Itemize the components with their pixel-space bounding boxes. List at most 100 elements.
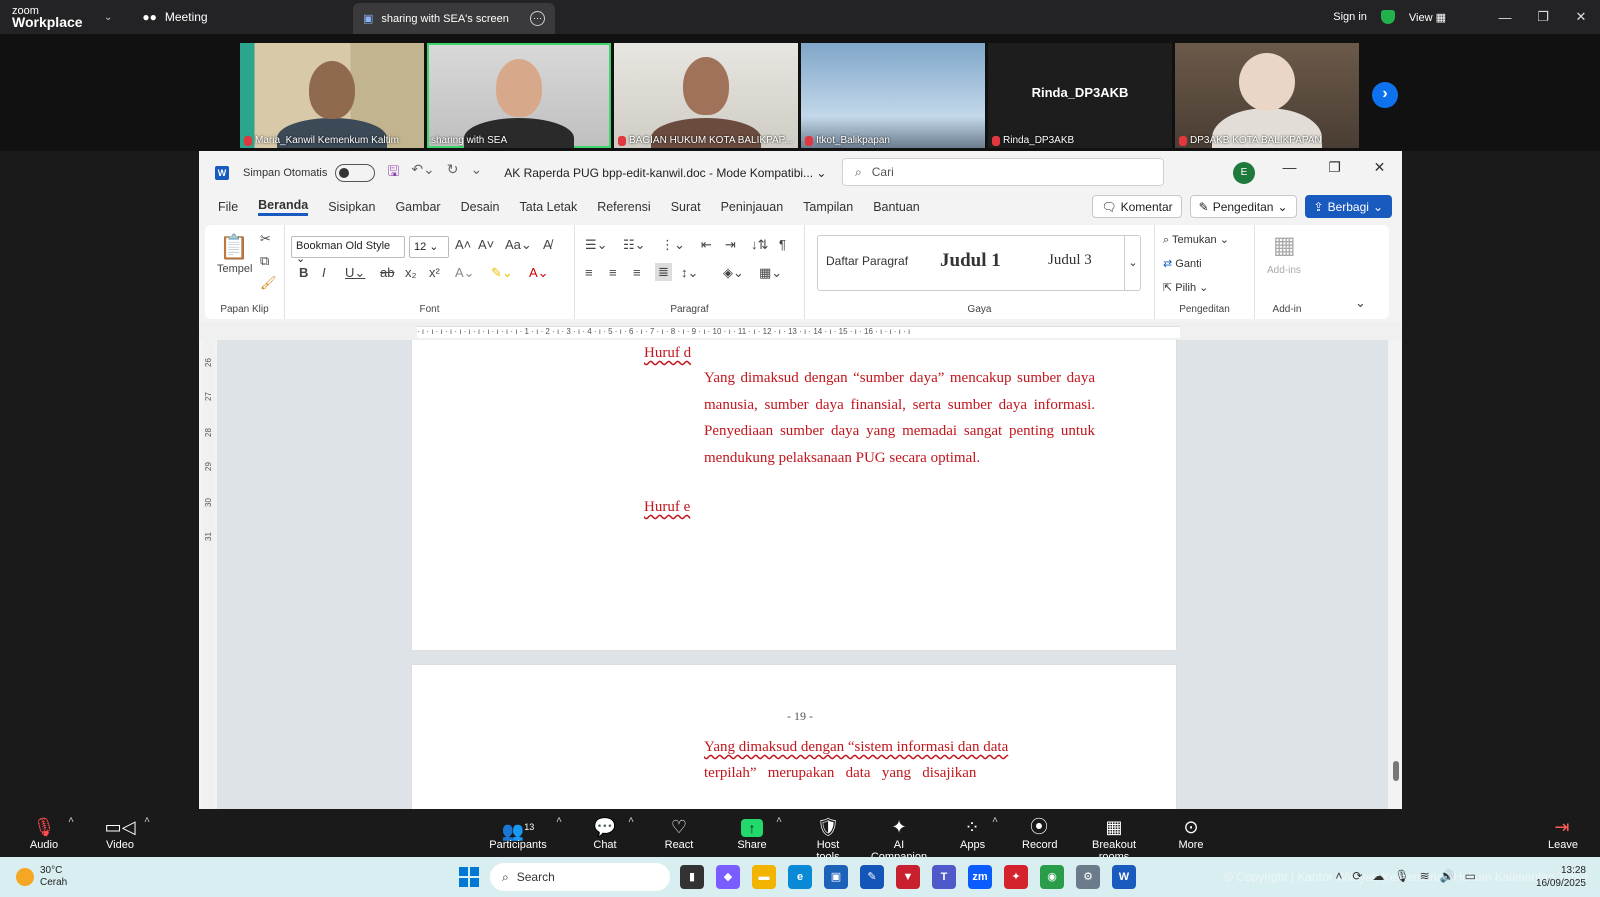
copy-icon[interactable]: ⧉: [260, 253, 269, 269]
participant-tile[interactable]: Itkot_Balikpapan: [801, 43, 985, 148]
share-screen-tab[interactable]: ▣ sharing with SEA's screen ···: [353, 3, 555, 34]
select-button[interactable]: ⇱ Pilih ⌄: [1163, 281, 1208, 294]
change-case-icon[interactable]: Aa⌄: [505, 237, 532, 253]
restore-icon[interactable]: ❐: [1524, 9, 1562, 25]
horizontal-ruler[interactable]: · ı · ı · ı · ı · ı · ı · ı · ı · ı · ı …: [199, 322, 1402, 340]
share-screen-button[interactable]: ↑ Share ˄: [736, 815, 782, 851]
copilot-icon[interactable]: ◆: [716, 865, 740, 889]
redo-icon[interactable]: ↻: [447, 161, 459, 185]
minimize-icon[interactable]: —: [1267, 159, 1312, 176]
customize-toolbar-icon[interactable]: ⌄: [471, 161, 483, 185]
italic-icon[interactable]: I: [322, 265, 326, 280]
justify-icon[interactable]: ≣: [655, 263, 672, 281]
participant-tile[interactable]: DP3AKB KOTA BALIKPAPAN: [1175, 43, 1359, 148]
numbering-icon[interactable]: ☷⌄: [623, 237, 646, 253]
tab-tampilan[interactable]: Tampilan: [803, 200, 853, 214]
windows-start-icon[interactable]: [459, 867, 479, 887]
chat-button[interactable]: 💬 Chat ˄: [590, 815, 634, 851]
participant-tile[interactable]: Maria_Kanwil Kemenkum Kaltim: [240, 43, 424, 148]
chevron-up-icon[interactable]: ˄: [776, 815, 782, 826]
tab-file[interactable]: File: [218, 200, 238, 214]
shrink-font-icon[interactable]: A˅: [478, 237, 494, 252]
pen-app-icon[interactable]: ✎: [860, 865, 884, 889]
tab-referensi[interactable]: Referensi: [597, 200, 651, 214]
clear-formatting-icon[interactable]: A̸: [543, 237, 552, 252]
style-daftar-paragraf[interactable]: Daftar Paragraf: [826, 254, 908, 268]
record-button[interactable]: ⦿ Record: [1022, 815, 1057, 851]
format-painter-icon[interactable]: 🖌: [260, 275, 277, 291]
video-button[interactable]: ▭◁ Video ˄: [104, 815, 150, 851]
store-icon[interactable]: ▣: [824, 865, 848, 889]
tab-beranda[interactable]: Beranda: [258, 198, 309, 216]
participant-tile[interactable]: Rinda_DP3AKB Rinda_DP3AKB: [988, 43, 1172, 148]
grow-font-icon[interactable]: A˄: [455, 237, 471, 252]
share-button[interactable]: ⇪ Berbagi ⌄: [1304, 195, 1392, 218]
more-options-icon[interactable]: ···: [530, 11, 545, 26]
audio-button[interactable]: 🎙 Audio ˄: [28, 815, 74, 851]
document-area[interactable]: Huruf d Yang dimaksud dengan “sumber day…: [217, 340, 1388, 809]
tab-gambar[interactable]: Gambar: [395, 200, 440, 214]
collapse-ribbon-icon[interactable]: ⌄: [1355, 295, 1366, 311]
react-button[interactable]: ♡ React: [662, 815, 696, 851]
tab-peninjauan[interactable]: Peninjauan: [721, 200, 784, 214]
participant-tile-active-speaker[interactable]: sharing with SEA: [427, 43, 611, 148]
paste-button[interactable]: Tempel: [217, 263, 252, 275]
tab-tata-letak[interactable]: Tata Letak: [520, 200, 578, 214]
minimize-icon[interactable]: —: [1486, 10, 1524, 25]
align-left-icon[interactable]: ≡: [585, 265, 593, 280]
settings-icon[interactable]: ⚙: [1076, 865, 1100, 889]
superscript-icon[interactable]: x²: [429, 265, 440, 280]
chevron-up-icon[interactable]: ˄: [992, 815, 998, 826]
tab-desain[interactable]: Desain: [461, 200, 500, 214]
addins-button[interactable]: Add-ins: [1267, 265, 1301, 276]
find-button[interactable]: ⌕ Temukan ⌄: [1163, 233, 1229, 247]
taskbar-search[interactable]: ⌕ Search: [490, 863, 670, 891]
strikethrough-icon[interactable]: ab: [380, 265, 394, 280]
host-tools-button[interactable]: 🛡Host tools: [804, 815, 852, 863]
text-effects-icon[interactable]: A⌄: [455, 265, 475, 281]
participants-button[interactable]: 👥13 Participants ˄: [488, 815, 562, 851]
wifi-icon[interactable]: ≋: [1420, 869, 1430, 883]
close-icon[interactable]: ✕: [1357, 159, 1402, 176]
bold-icon[interactable]: B: [299, 265, 308, 280]
style-judul-1[interactable]: Judul 1: [940, 250, 1001, 272]
vertical-ruler[interactable]: 26 27 28 29 30 31: [203, 340, 215, 809]
increase-indent-icon[interactable]: ⇥: [725, 237, 736, 253]
weather-widget[interactable]: 30°C Cerah: [16, 865, 67, 889]
multilevel-list-icon[interactable]: ⋮⌄: [661, 237, 685, 253]
edge-icon[interactable]: e: [788, 865, 812, 889]
replace-button[interactable]: ⇄ Ganti: [1163, 257, 1202, 270]
font-color-icon[interactable]: A⌄: [529, 265, 549, 281]
align-center-icon[interactable]: ≡: [609, 265, 617, 280]
shading-icon[interactable]: ◈⌄: [723, 265, 744, 281]
decrease-indent-icon[interactable]: ⇤: [701, 237, 712, 253]
cut-icon[interactable]: ✂: [260, 231, 271, 247]
tab-bantuan[interactable]: Bantuan: [873, 200, 920, 214]
ai-companion-button[interactable]: ✦AI Companion: [866, 815, 932, 863]
volume-icon[interactable]: 🔊: [1440, 869, 1455, 883]
chevron-down-icon[interactable]: ⌄: [104, 12, 112, 23]
vertical-scrollbar[interactable]: [1393, 761, 1399, 781]
zoom-app-icon[interactable]: zm: [968, 865, 992, 889]
leave-button[interactable]: ⇥ Leave: [1548, 815, 1578, 851]
tab-surat[interactable]: Surat: [671, 200, 701, 214]
tab-sisipkan[interactable]: Sisipkan: [328, 200, 375, 214]
file-explorer-icon[interactable]: ▬: [752, 865, 776, 889]
subscript-icon[interactable]: x₂: [405, 265, 417, 280]
apps-button[interactable]: ⁘ Apps ˄: [960, 815, 998, 851]
chevron-up-icon[interactable]: ˄: [1335, 869, 1342, 883]
page[interactable]: Huruf d Yang dimaksud dengan “sumber day…: [411, 340, 1177, 651]
line-spacing-icon[interactable]: ↕⌄: [681, 265, 698, 281]
meeting-menu[interactable]: ●● Meeting: [142, 10, 207, 24]
page[interactable]: - 19 - Yang dimaksud dengan “sistem info…: [411, 664, 1177, 809]
document-title[interactable]: AK Raperda PUG bpp-edit-kanwil.doc - Mod…: [504, 166, 826, 180]
autosave-toggle[interactable]: [335, 164, 376, 182]
editing-mode-button[interactable]: ✎ Pengeditan ⌄: [1189, 195, 1297, 218]
style-judul-3[interactable]: Judul 3: [1048, 252, 1092, 269]
chevron-up-icon[interactable]: ˄: [144, 815, 150, 826]
show-formatting-icon[interactable]: ¶: [779, 237, 786, 252]
participant-tile[interactable]: BAGIAN HUKUM KOTA BALIKPAP...: [614, 43, 798, 148]
font-size-select[interactable]: 12 ⌄: [409, 236, 449, 258]
paste-icon[interactable]: 📋: [219, 233, 249, 262]
battery-icon[interactable]: ▭: [1465, 869, 1476, 883]
